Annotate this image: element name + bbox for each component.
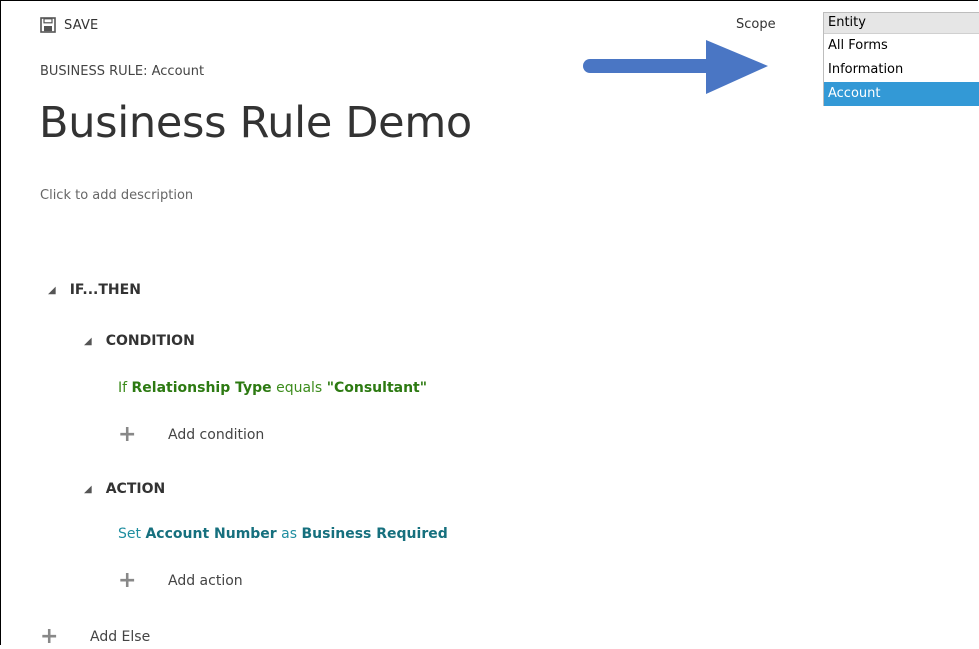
condition-prefix: If — [118, 380, 128, 396]
action-field: Account Number — [145, 526, 277, 542]
save-button[interactable]: SAVE — [40, 17, 98, 33]
scope-option-account[interactable]: Account — [824, 82, 979, 106]
plus-icon: + — [118, 422, 137, 447]
action-prefix: Set — [118, 526, 141, 542]
condition-label: CONDITION — [105, 333, 195, 349]
scope-listbox[interactable]: Entity All Forms Information Account — [823, 12, 979, 106]
action-statement[interactable]: Set Account Number as Business Required — [118, 526, 448, 542]
collapse-triangle-icon: ◢ — [84, 483, 92, 495]
condition-value: "Consultant" — [326, 380, 428, 396]
scope-label: Scope — [736, 17, 776, 32]
ifthen-label: IF...THEN — [69, 282, 141, 298]
save-label: SAVE — [64, 17, 99, 33]
scope-option-entity: Entity — [824, 12, 979, 34]
ifthen-section-toggle[interactable]: ◢ IF...THEN — [48, 282, 141, 298]
floppy-disk-icon — [40, 17, 56, 33]
description-field[interactable]: Click to add description — [40, 188, 193, 203]
page-title[interactable]: Business Rule Demo — [39, 98, 472, 148]
add-action-label: Add action — [168, 573, 243, 589]
condition-statement[interactable]: If Relationship Type equals "Consultant" — [118, 380, 427, 396]
scope-option-all-forms[interactable]: All Forms — [824, 34, 979, 58]
action-label: ACTION — [105, 481, 166, 497]
action-value: Business Required — [301, 526, 448, 542]
collapse-triangle-icon: ◢ — [84, 335, 92, 347]
condition-operator: equals — [276, 380, 323, 396]
plus-icon: + — [40, 624, 59, 649]
plus-icon: + — [118, 568, 137, 593]
condition-field: Relationship Type — [131, 380, 272, 396]
add-else-button[interactable]: + Add Else — [40, 624, 151, 649]
action-section-toggle[interactable]: ◢ ACTION — [84, 481, 165, 497]
collapse-triangle-icon: ◢ — [48, 284, 56, 296]
condition-section-toggle[interactable]: ◢ CONDITION — [84, 333, 195, 349]
add-condition-label: Add condition — [168, 427, 265, 443]
action-operator: as — [281, 526, 298, 542]
scope-option-information[interactable]: Information — [824, 58, 979, 82]
add-condition-button[interactable]: + Add condition — [118, 422, 265, 447]
annotation-arrow-icon — [583, 40, 768, 94]
add-else-label: Add Else — [90, 629, 151, 645]
record-type-label: BUSINESS RULE: Account — [40, 64, 205, 79]
add-action-button[interactable]: + Add action — [118, 568, 243, 593]
